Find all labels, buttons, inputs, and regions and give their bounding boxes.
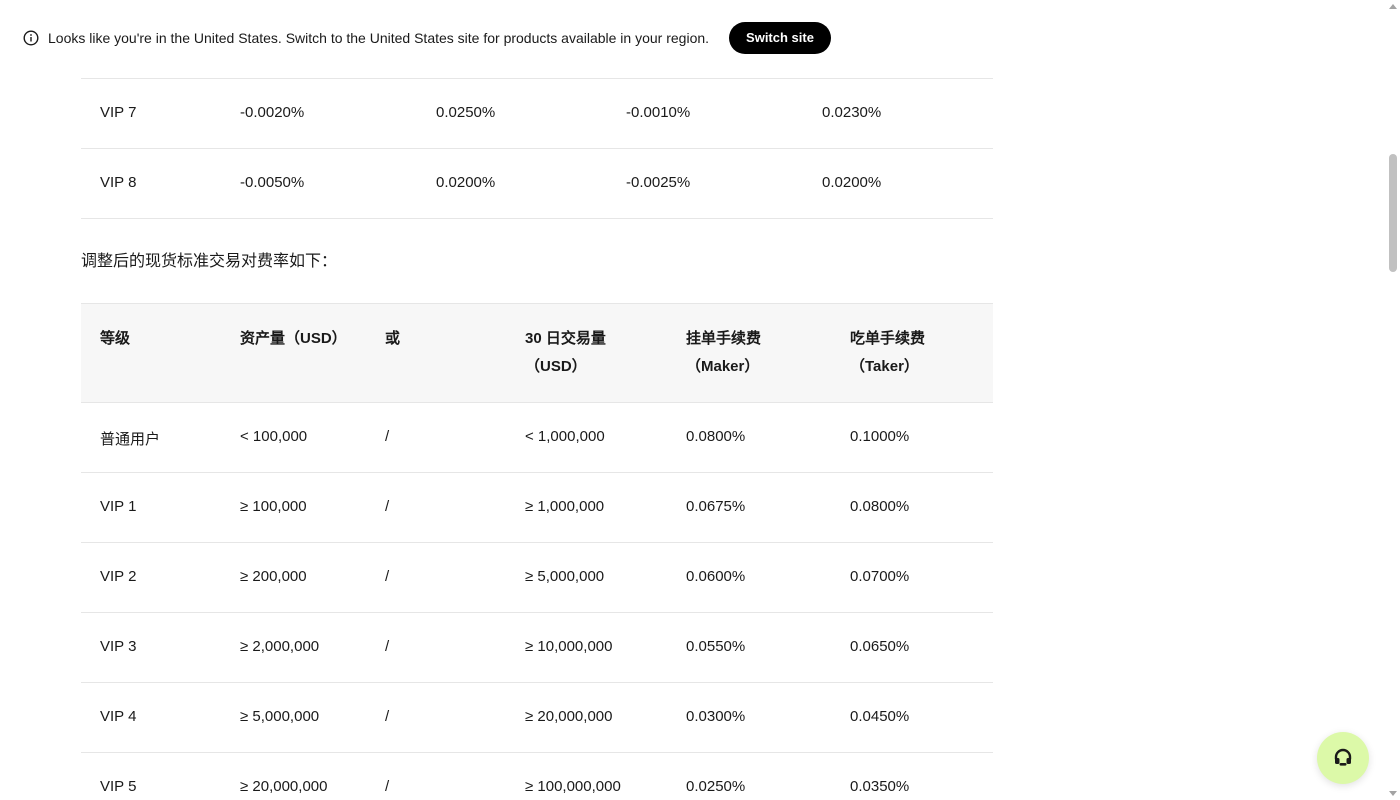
table-cell: / — [385, 708, 390, 725]
column-header-or: 或 — [385, 330, 401, 347]
column-header-assets: 资产量（USD） — [240, 330, 347, 347]
region-banner-message: Looks like you're in the United States. … — [48, 30, 710, 46]
table-cell: 0.0250% — [686, 778, 746, 795]
table-cell: 0.0600% — [686, 568, 746, 585]
table-row: VIP 8 -0.0050% 0.0200% -0.0025% 0.0200% — [81, 148, 993, 219]
table-cell: ≥ 20,000,000 — [525, 708, 613, 725]
table-header: 等级 资产量（USD） 或 30 日交易量 （USD） 挂单手续费 （Maker… — [81, 303, 993, 403]
spot-fee-table: 等级 资产量（USD） 或 30 日交易量 （USD） 挂单手续费 （Maker… — [81, 303, 993, 800]
scrollbar-thumb[interactable] — [1389, 154, 1397, 272]
article-content: VIP 7 -0.0020% 0.0250% -0.0010% 0.0230% … — [81, 78, 993, 800]
table-cell: ≥ 100,000 — [240, 498, 307, 515]
table-cell: VIP 5 — [100, 778, 137, 795]
table-cell: 0.0800% — [850, 498, 910, 515]
table-cell: / — [385, 498, 390, 515]
table-cell: 0.0250% — [436, 104, 496, 121]
column-header-tier: 等级 — [100, 330, 131, 347]
table-cell: < 100,000 — [240, 428, 308, 445]
table-cell: ≥ 5,000,000 — [240, 708, 320, 725]
table-cell: 0.0300% — [686, 708, 746, 725]
table-cell: 0.0650% — [850, 638, 910, 655]
scroll-up-arrow-icon[interactable] — [1389, 4, 1397, 9]
table-cell: ≥ 10,000,000 — [525, 638, 613, 655]
switch-site-button[interactable]: Switch site — [729, 22, 831, 54]
table-cell: 0.0800% — [686, 428, 746, 445]
section-title: 调整后的现货标准交易对费率如下： — [81, 253, 338, 270]
table-row: VIP 7 -0.0020% 0.0250% -0.0010% 0.0230% — [81, 78, 993, 148]
table-cell: < 1,000,000 — [525, 428, 605, 445]
table-cell: ≥ 1,000,000 — [525, 498, 605, 515]
table-cell: ≥ 20,000,000 — [240, 778, 328, 795]
column-header-taker-fee: 吃单手续费 （Taker） — [850, 330, 926, 375]
table-cell: 0.0450% — [850, 708, 910, 725]
table-cell: VIP 4 — [100, 708, 137, 725]
table-cell: VIP 1 — [100, 498, 137, 515]
table-row: VIP 5 ≥ 20,000,000 / ≥ 100,000,000 0.025… — [81, 753, 993, 800]
table-cell: ≥ 200,000 — [240, 568, 307, 585]
previous-fee-table: VIP 7 -0.0020% 0.0250% -0.0010% 0.0230% … — [81, 78, 993, 219]
table-cell: -0.0020% — [240, 104, 305, 121]
table-cell: / — [385, 568, 390, 585]
table-cell: ≥ 100,000,000 — [525, 778, 621, 795]
scroll-down-arrow-icon[interactable] — [1389, 791, 1397, 796]
table-cell: 0.0700% — [850, 568, 910, 585]
info-icon — [23, 30, 39, 46]
table-cell: 0.0350% — [850, 778, 910, 795]
table-row: VIP 1 ≥ 100,000 / ≥ 1,000,000 0.0675% 0.… — [81, 473, 993, 543]
column-header-30d-volume: 30 日交易量 （USD） — [525, 330, 606, 375]
page: Looks like you're in the United States. … — [0, 0, 1400, 800]
table-cell: -0.0050% — [240, 174, 305, 191]
table-row: VIP 4 ≥ 5,000,000 / ≥ 20,000,000 0.0300%… — [81, 683, 993, 753]
table-cell: 0.0675% — [686, 498, 746, 515]
page-scrollbar[interactable] — [1386, 0, 1400, 800]
table-cell: 0.0550% — [686, 638, 746, 655]
region-banner: Looks like you're in the United States. … — [0, 0, 1386, 78]
table-cell: / — [385, 638, 390, 655]
column-header-maker-fee: 挂单手续费 （Maker） — [686, 330, 762, 375]
table-row: VIP 2 ≥ 200,000 / ≥ 5,000,000 0.0600% 0.… — [81, 543, 993, 613]
table-cell: VIP 7 — [100, 104, 137, 121]
table-cell: 0.0200% — [436, 174, 496, 191]
table-cell: VIP 3 — [100, 638, 137, 655]
table-cell: -0.0010% — [626, 104, 691, 121]
table-cell: -0.0025% — [626, 174, 691, 191]
table-cell: ≥ 2,000,000 — [240, 638, 320, 655]
table-cell: 普通用户 — [100, 431, 161, 448]
table-cell: 0.0200% — [822, 174, 882, 191]
table-cell: 0.1000% — [850, 428, 910, 445]
headset-icon — [1334, 748, 1352, 766]
table-cell: ≥ 5,000,000 — [525, 568, 605, 585]
table-cell: VIP 2 — [100, 568, 137, 585]
table-cell: / — [385, 778, 390, 795]
support-chat-button[interactable] — [1317, 732, 1369, 784]
table-cell: / — [385, 428, 390, 445]
table-row: 普通用户 < 100,000 / < 1,000,000 0.0800% 0.1… — [81, 403, 993, 473]
table-row: VIP 3 ≥ 2,000,000 / ≥ 10,000,000 0.0550%… — [81, 613, 993, 683]
table-cell: 0.0230% — [822, 104, 882, 121]
table-cell: VIP 8 — [100, 174, 137, 191]
